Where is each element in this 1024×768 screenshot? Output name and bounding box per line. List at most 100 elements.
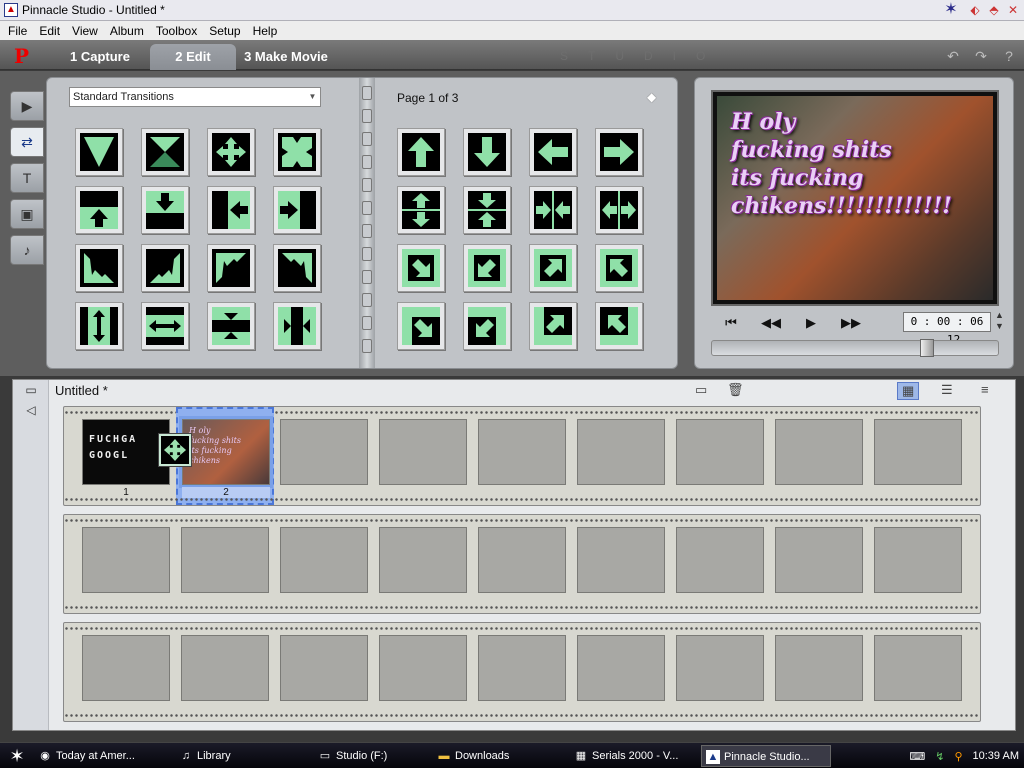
transition-thumbnail[interactable] (75, 302, 123, 350)
empty-clip-slot[interactable] (874, 419, 962, 485)
empty-clip-slot[interactable] (676, 527, 764, 593)
transition-thumbnail[interactable] (75, 186, 123, 234)
scrubber-handle[interactable] (920, 339, 935, 357)
rewind-icon[interactable]: ◀◀ (751, 313, 791, 333)
menu-edit[interactable]: Edit (33, 24, 66, 38)
menu-toolbox[interactable]: Toolbox (150, 24, 203, 38)
empty-clip-slot[interactable] (775, 527, 863, 593)
help-icon[interactable]: ? (1000, 48, 1018, 64)
empty-clip-slot[interactable] (379, 527, 467, 593)
transitions-icon[interactable]: ⇄ (10, 127, 44, 157)
text-list-view-icon[interactable]: ≡ (981, 382, 989, 397)
transition-thumbnail[interactable] (529, 302, 577, 350)
empty-clip-slot[interactable] (676, 419, 764, 485)
transition-thumbnail[interactable] (397, 186, 445, 234)
close-button[interactable]: ✕ (1005, 2, 1021, 18)
transition-thumbnail[interactable] (463, 128, 511, 176)
taskbar-item[interactable]: ▭ Studio (F:) (314, 745, 430, 767)
transition-thumbnail[interactable] (75, 244, 123, 292)
undo-icon[interactable]: ↶ (944, 48, 962, 64)
next-page-icon[interactable]: ◆ (647, 90, 656, 104)
empty-clip-slot[interactable] (82, 527, 170, 593)
storyboard-view-icon[interactable]: ▦ (897, 382, 920, 400)
transition-thumbnail[interactable] (529, 244, 577, 292)
transition-type-dropdown[interactable]: Standard Transitions ▼ (69, 87, 321, 107)
taskbar-item-active[interactable]: ▲ Pinnacle Studio... (701, 744, 831, 767)
transition-thumbnail[interactable] (141, 302, 189, 350)
transition-thumbnail[interactable] (273, 186, 321, 234)
menu-setup[interactable]: Setup (203, 24, 246, 38)
empty-clip-slot[interactable] (775, 635, 863, 701)
transition-thumbnail[interactable] (141, 244, 189, 292)
empty-clip-slot[interactable] (478, 419, 566, 485)
network-icon[interactable]: ↯ (935, 750, 944, 763)
timecode-field[interactable]: 0 : 00 : 06 . 12 (903, 312, 991, 346)
minimize-button[interactable]: ⬖ (967, 2, 983, 18)
transition-thumbnail[interactable] (141, 128, 189, 176)
empty-clip-slot[interactable] (181, 527, 269, 593)
timecode-spinner[interactable]: ▲ ▼ (995, 310, 1004, 332)
empty-clip-slot[interactable] (280, 635, 368, 701)
play-icon[interactable]: ▶ (791, 313, 831, 333)
camera-icon[interactable]: ▭ (695, 382, 707, 398)
empty-clip-slot[interactable] (676, 635, 764, 701)
transition-thumbnail[interactable] (595, 186, 643, 234)
menu-help[interactable]: Help (247, 24, 284, 38)
transition-thumbnail[interactable] (397, 244, 445, 292)
app-icon[interactable]: ▲ (4, 3, 18, 17)
taskbar-item[interactable]: ♫ Library (175, 745, 311, 767)
transition-thumbnail[interactable] (463, 244, 511, 292)
empty-clip-slot[interactable] (874, 635, 962, 701)
transition-thumbnail[interactable] (463, 302, 511, 350)
start-button[interactable]: ✶ (0, 743, 34, 768)
clip-thumbnail[interactable]: FUCHGA GOOGL (82, 419, 170, 485)
transition-thumbnail[interactable] (595, 244, 643, 292)
menu-view[interactable]: View (66, 24, 104, 38)
empty-clip-slot[interactable] (478, 635, 566, 701)
empty-clip-slot[interactable] (82, 635, 170, 701)
empty-clip-slot[interactable] (775, 419, 863, 485)
transition-thumbnail[interactable] (207, 302, 255, 350)
empty-clip-slot[interactable] (280, 419, 368, 485)
tab-make-movie[interactable]: 3 Make Movie (236, 44, 336, 70)
transition-thumbnail[interactable] (207, 186, 255, 234)
transition-thumbnail[interactable] (595, 302, 643, 350)
audio-track-icon[interactable]: ◁ (13, 400, 49, 420)
keyboard-icon[interactable]: ⌨ (909, 750, 925, 763)
video-track-icon[interactable]: ▭ (13, 380, 49, 400)
taskbar-item[interactable]: ▬ Downloads (433, 745, 567, 767)
transition-thumbnail[interactable] (273, 244, 321, 292)
clip-thumbnail-selected[interactable]: H oly fucking shits its fucking chikens (179, 416, 273, 488)
taskbar-item[interactable]: ◉ Today at Amer... (34, 745, 172, 767)
empty-clip-slot[interactable] (577, 527, 665, 593)
redo-icon[interactable]: ↷ (972, 48, 990, 64)
empty-clip-slot[interactable] (577, 419, 665, 485)
scrubber-bar[interactable] (711, 339, 999, 357)
transition-thumbnail[interactable] (397, 302, 445, 350)
transition-thumbnail[interactable] (141, 186, 189, 234)
menu-album[interactable]: Album (104, 24, 150, 38)
empty-clip-slot[interactable] (478, 527, 566, 593)
transition-thumbnail[interactable] (273, 302, 321, 350)
transition-thumbnail[interactable] (463, 186, 511, 234)
empty-clip-slot[interactable] (577, 635, 665, 701)
tab-edit[interactable]: 2 Edit (150, 44, 236, 70)
empty-clip-slot[interactable] (379, 635, 467, 701)
star-icon[interactable]: ✶ (943, 2, 959, 18)
transition-chip[interactable] (158, 433, 192, 467)
go-to-start-icon[interactable]: ⏮ (711, 313, 751, 333)
transition-thumbnail[interactable] (595, 128, 643, 176)
transition-thumbnail[interactable] (207, 244, 255, 292)
empty-clip-slot[interactable] (280, 527, 368, 593)
empty-clip-slot[interactable] (379, 419, 467, 485)
sound-effects-icon[interactable]: ♪ (10, 235, 44, 265)
transition-thumbnail[interactable] (529, 128, 577, 176)
menu-file[interactable]: File (2, 24, 33, 38)
search-icon[interactable]: ⚲ (954, 750, 962, 763)
title-icon[interactable]: T (10, 163, 44, 193)
transition-thumbnail[interactable] (207, 128, 255, 176)
photo-icon[interactable]: ▣ (10, 199, 44, 229)
transition-thumbnail[interactable] (397, 128, 445, 176)
empty-clip-slot[interactable] (874, 527, 962, 593)
chevron-down-icon[interactable]: ▼ (307, 91, 318, 103)
